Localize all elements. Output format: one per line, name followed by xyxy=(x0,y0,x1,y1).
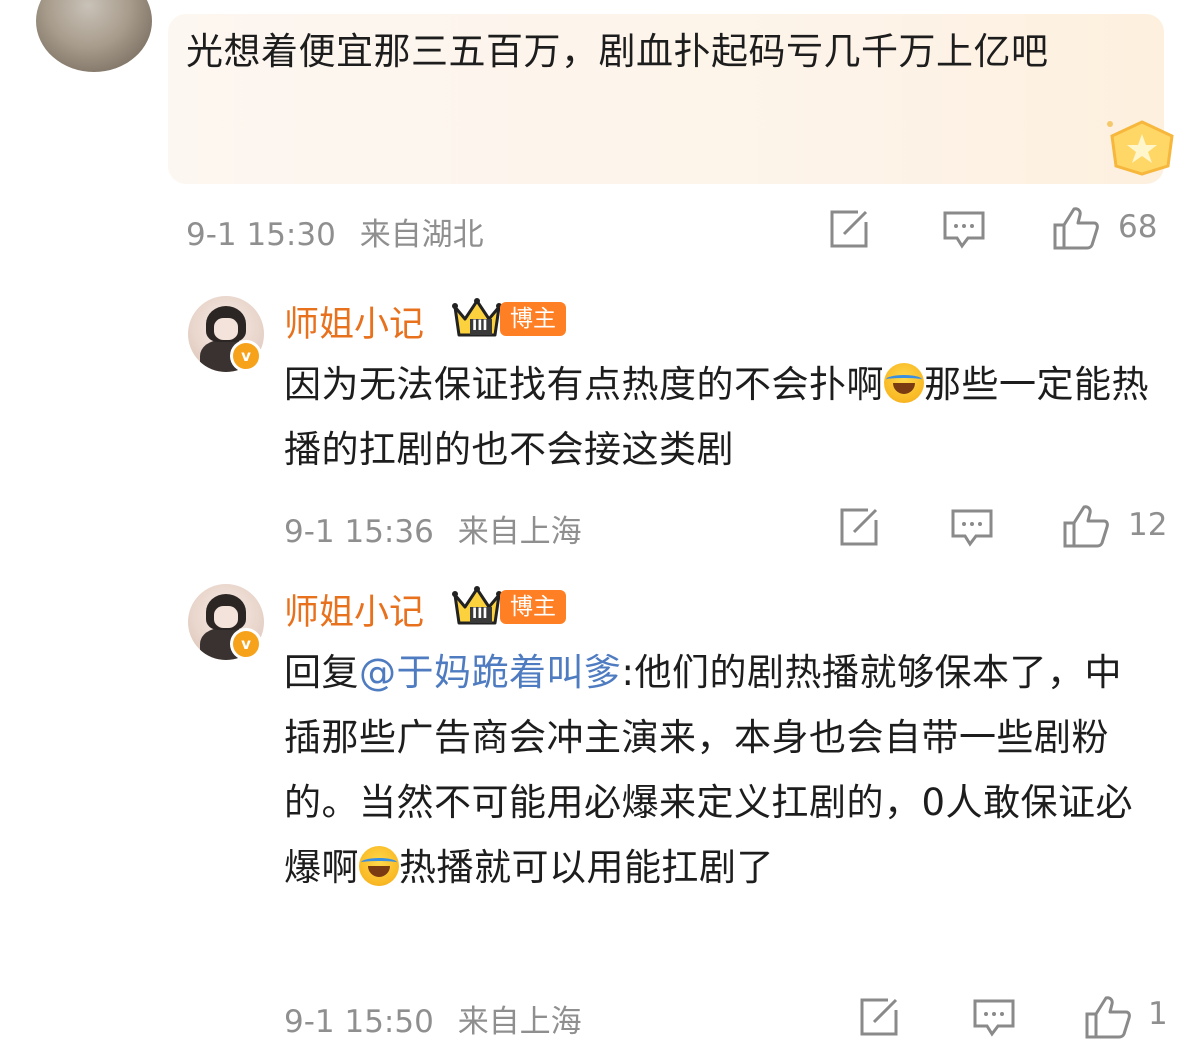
reply-prefix: 回复 xyxy=(284,651,359,694)
comment-icon[interactable] xyxy=(942,210,986,250)
laugh-emoji-icon xyxy=(359,846,399,886)
comment-text: 回复@于妈跪着叫爹:他们的剧热播就够保本了，中插那些广告商会冲主演来，本身也会自… xyxy=(284,640,1154,900)
username[interactable]: 师姐小记 xyxy=(284,296,424,347)
comment-time: 9-1 15:30 xyxy=(186,217,336,253)
avatar[interactable] xyxy=(36,0,152,72)
star-badge-icon xyxy=(1107,120,1174,176)
comment-meta: 9-1 15:50 来自上海 xyxy=(284,996,582,1041)
verified-badge: v xyxy=(230,340,262,372)
like-count: 1 xyxy=(1148,996,1168,1032)
username[interactable]: 师姐小记 xyxy=(284,584,424,635)
comment-text-part: 因为无法保证找有点热度的不会扑啊 xyxy=(284,363,884,406)
like-icon[interactable] xyxy=(1084,994,1132,1040)
comment-text: 光想着便宜那三五百万，剧血扑起码亏几千万上亿吧 xyxy=(186,30,1049,73)
repost-icon[interactable] xyxy=(838,506,880,548)
comment-meta: 9-1 15:36 来自上海 xyxy=(284,506,582,551)
comment-location: 来自上海 xyxy=(457,1004,582,1040)
mention-link[interactable]: @于妈跪着叫爹 xyxy=(359,651,622,694)
comment-text-part: 热播就可以用能扛剧了 xyxy=(399,846,774,889)
role-tag: 博主 xyxy=(500,590,566,624)
comment-meta: 9-1 15:30 来自湖北 xyxy=(186,209,484,254)
like-icon[interactable] xyxy=(1062,503,1110,549)
repost-icon[interactable] xyxy=(828,208,870,250)
verified-badge: v xyxy=(230,628,262,660)
vip-level: III xyxy=(472,606,488,622)
comment-time: 9-1 15:50 xyxy=(284,1004,434,1040)
comment-icon[interactable] xyxy=(950,508,994,548)
like-icon[interactable] xyxy=(1052,205,1100,251)
comment-icon[interactable] xyxy=(972,998,1016,1038)
like-count: 12 xyxy=(1128,507,1168,543)
laugh-emoji-icon xyxy=(884,363,924,403)
role-tag: 博主 xyxy=(500,302,566,336)
repost-icon[interactable] xyxy=(858,996,900,1038)
like-count: 68 xyxy=(1118,209,1158,245)
comment-text: 因为无法保证找有点热度的不会扑啊 那些一定能热播的扛剧的也不会接这类剧 xyxy=(284,352,1154,482)
comment-location: 来自湖北 xyxy=(359,217,484,253)
comment-location: 来自上海 xyxy=(457,514,582,550)
vip-level: III xyxy=(472,318,488,334)
comment-time: 9-1 15:36 xyxy=(284,514,434,550)
